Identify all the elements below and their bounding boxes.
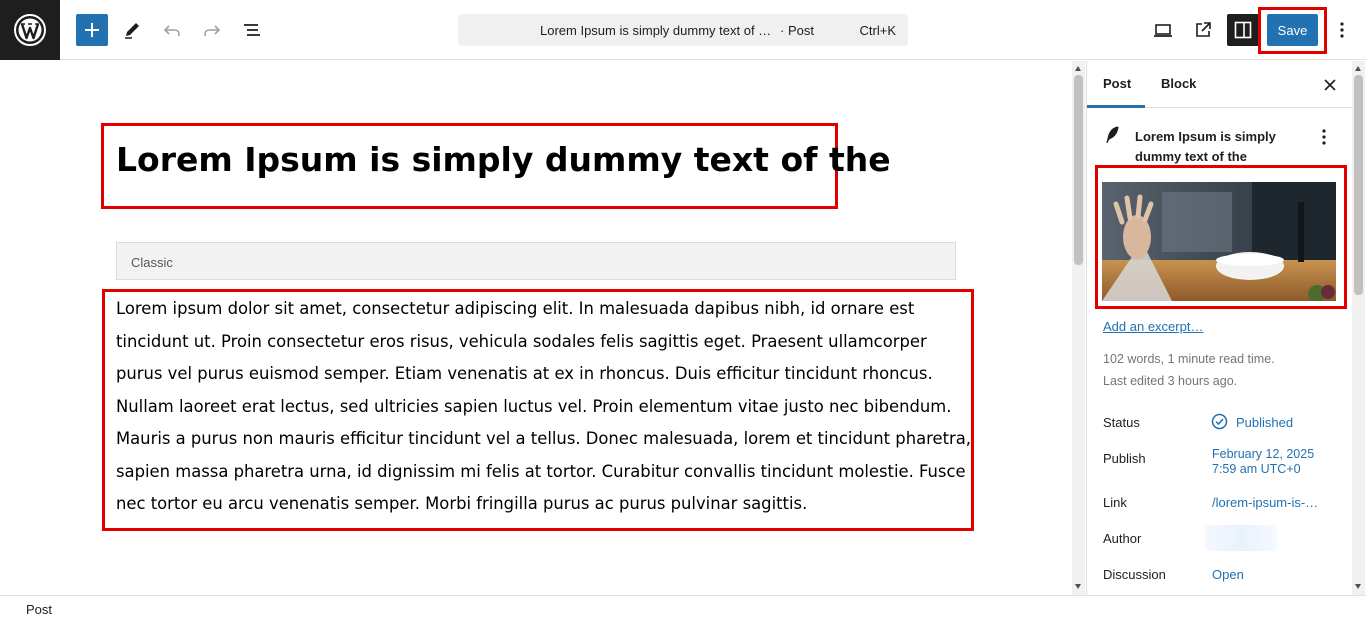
more-vertical-icon[interactable]	[1314, 125, 1334, 149]
feather-icon	[1106, 126, 1119, 144]
tab-post[interactable]: Post	[1103, 76, 1131, 91]
paragraph-line: sapien massa pharetra urna, id dignissim…	[116, 461, 966, 481]
author-select[interactable]	[1205, 525, 1277, 551]
undo-icon	[163, 25, 180, 36]
close-sidebar-button[interactable]	[1320, 75, 1340, 95]
close-icon	[1324, 79, 1336, 91]
editor-canvas[interactable]: Lorem Ipsum is simply dummy text of the …	[0, 61, 1072, 595]
document-type: · Post	[780, 23, 814, 38]
save-button[interactable]: Save	[1267, 14, 1318, 46]
add-excerpt-link[interactable]: Add an excerpt…	[1103, 319, 1203, 334]
more-vertical-icon	[1340, 22, 1344, 38]
scroll-down-arrow[interactable]	[1355, 584, 1361, 589]
sidebar-tabs: Post Block	[1087, 61, 1352, 108]
word-count: 102 words, 1 minute read time.	[1103, 352, 1275, 366]
discussion-value[interactable]: Open	[1212, 567, 1244, 582]
document-overview-button[interactable]	[236, 14, 268, 46]
block-breadcrumb[interactable]: Post	[26, 602, 52, 617]
canvas-scrollbar[interactable]	[1072, 61, 1085, 595]
editor-header: Lorem Ipsum is simply dummy text of … · …	[0, 0, 1366, 60]
paragraph-line: Nullam laoreet erat lectus, sed ultricie…	[116, 396, 952, 416]
paragraph-line: nec tortor eu arcu venenatis semper. Mor…	[116, 494, 808, 513]
author-label: Author	[1103, 531, 1142, 546]
link-value[interactable]: /lorem-ipsum-is-…	[1212, 495, 1318, 510]
settings-sidebar: Post Block Lorem Ipsum is simply dummy t…	[1086, 61, 1352, 595]
status-value[interactable]: Published	[1236, 415, 1293, 430]
options-button[interactable]	[1327, 14, 1357, 46]
active-tab-indicator	[1087, 105, 1145, 108]
scroll-down-arrow[interactable]	[1075, 584, 1081, 589]
featured-image[interactable]	[1102, 182, 1336, 301]
classic-block-toolbar[interactable]: Classic	[116, 242, 956, 280]
post-summary-title: Lorem Ipsum is simply dummy text of the	[1135, 129, 1276, 164]
paragraph-line: purus vel purus euismod semper. Etiam ve…	[116, 364, 933, 383]
sidebar-scrollbar[interactable]	[1352, 61, 1365, 595]
wordpress-logo-icon	[14, 14, 46, 46]
discussion-label: Discussion	[1103, 567, 1166, 582]
paragraph-line: Mauris a purus non mauris efficitur tinc…	[116, 429, 972, 448]
sidebar-scroll-thumb[interactable]	[1354, 75, 1363, 295]
tools-button[interactable]	[116, 14, 148, 46]
publish-date[interactable]: February 12, 2025	[1212, 447, 1314, 461]
published-check-icon	[1211, 413, 1228, 430]
external-link-icon	[1196, 22, 1211, 37]
undo-button[interactable]	[156, 14, 188, 46]
paragraph-line: tincidunt ut. Proin consectetur eros ris…	[116, 331, 927, 351]
settings-toggle-button[interactable]	[1227, 14, 1259, 46]
status-label: Status	[1103, 415, 1140, 430]
publish-label: Publish	[1103, 451, 1146, 466]
post-title[interactable]: Lorem Ipsum is simply dummy text of the	[116, 140, 891, 179]
keyboard-shortcut: Ctrl+K	[859, 23, 896, 38]
classic-paragraph[interactable]: Lorem ipsum dolor sit amet, consectetur …	[116, 293, 972, 521]
view-post-button[interactable]	[1187, 14, 1219, 46]
desktop-preview-icon	[1154, 24, 1172, 37]
list-view-icon	[244, 24, 260, 36]
redo-button[interactable]	[196, 14, 228, 46]
last-edited: Last edited 3 hours ago.	[1103, 374, 1238, 388]
add-block-button[interactable]	[76, 14, 108, 46]
plus-icon	[85, 23, 99, 37]
publish-time[interactable]: 7:59 am UTC+0	[1212, 462, 1301, 476]
editor-footer: Post	[0, 595, 1366, 620]
tab-block[interactable]: Block	[1161, 76, 1196, 91]
paragraph-line: Lorem ipsum dolor sit amet, consectetur …	[116, 299, 915, 318]
classic-block-label: Classic	[131, 255, 173, 270]
scroll-up-arrow[interactable]	[1355, 66, 1361, 71]
redo-icon	[204, 25, 221, 36]
canvas-scroll-thumb[interactable]	[1074, 75, 1083, 265]
command-palette-bar[interactable]: Lorem Ipsum is simply dummy text of … · …	[458, 14, 908, 46]
sidebar-toggle-icon	[1234, 21, 1252, 39]
wordpress-logo-button[interactable]	[0, 0, 60, 60]
link-label: Link	[1103, 495, 1127, 510]
document-title: Lorem Ipsum is simply dummy text of …	[540, 23, 772, 38]
scroll-up-arrow[interactable]	[1075, 66, 1081, 71]
pencil-icon	[125, 23, 139, 39]
preview-button[interactable]	[1147, 14, 1179, 46]
